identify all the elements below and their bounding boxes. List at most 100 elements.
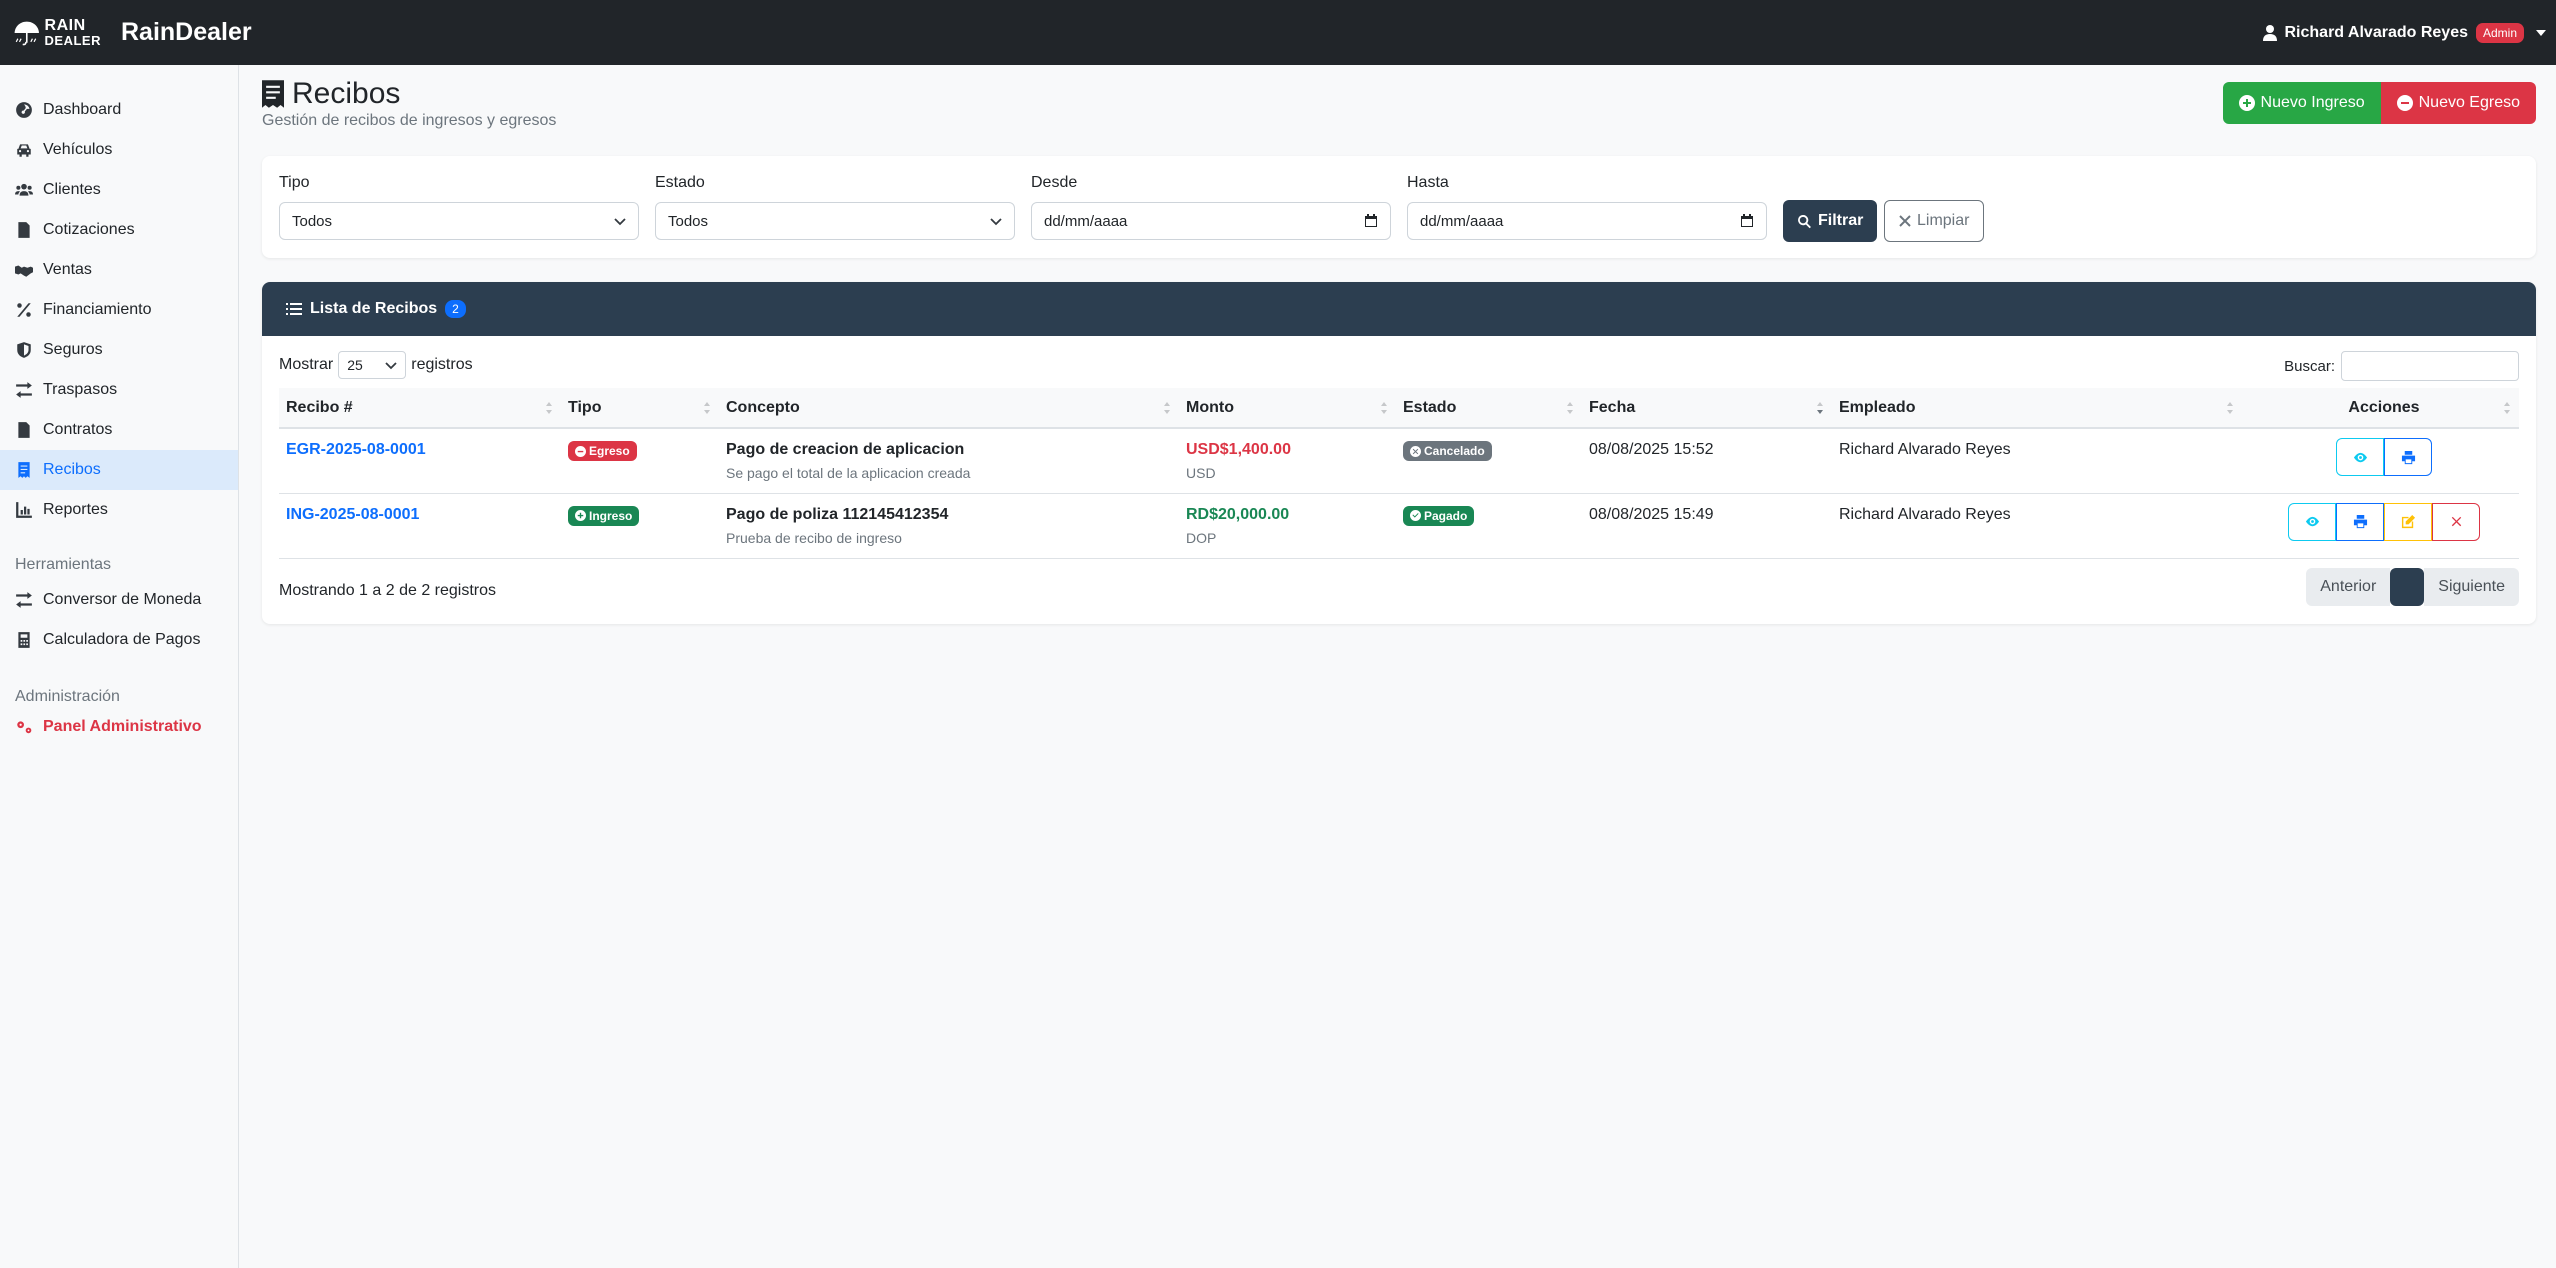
concept-title: Pago de poliza 112145412354 <box>726 505 949 523</box>
sidebar-item-recibos[interactable]: Recibos <box>0 450 238 490</box>
col-recibo[interactable]: Recibo # <box>279 388 561 428</box>
page-length-select[interactable]: 25 <box>338 351 407 379</box>
print-button[interactable] <box>2384 438 2432 476</box>
search-input[interactable] <box>2341 351 2519 381</box>
hasta-date-input[interactable]: dd/mm/aaaa <box>1407 202 1767 240</box>
estado-select-value: Todos <box>668 212 709 230</box>
col-acciones-label: Acciones <box>2348 398 2420 416</box>
row-actions <box>2249 502 2519 541</box>
sidebar-item-ventas[interactable]: Ventas <box>0 250 238 290</box>
sidebar-item-seguros[interactable]: Seguros <box>0 330 238 370</box>
col-monto-label: Monto <box>1186 398 1234 416</box>
check-circle-icon <box>1410 510 1421 521</box>
close-circle-icon <box>1410 445 1421 457</box>
sidebar-item-cotizaciones[interactable]: Cotizaciones <box>0 210 238 250</box>
employee: Richard Alvarado Reyes <box>1839 441 2011 458</box>
sidebar-item-panel-administrativo[interactable]: Panel Administrativo <box>0 712 238 742</box>
plus-circle-icon <box>2238 95 2255 111</box>
sort-icon <box>2504 402 2510 414</box>
sidebar-item-financiamiento[interactable]: Financiamiento <box>0 290 238 330</box>
sidebar-item-label: Cotizaciones <box>43 221 135 238</box>
header-actions: Nuevo Ingreso Nuevo Egreso <box>2222 82 2536 124</box>
col-acciones[interactable]: Acciones <box>2242 388 2519 428</box>
table-header-row: Recibo # Tipo Concepto Monto Estado Fech… <box>279 388 2519 428</box>
col-recibo-label: Recibo # <box>286 398 353 416</box>
contract-icon <box>18 422 30 438</box>
type-badge: Egreso <box>568 441 637 461</box>
new-expense-button[interactable]: Nuevo Egreso <box>2380 82 2536 124</box>
current-page-button[interactable] <box>2390 568 2425 606</box>
table-row: EGR-2025-08-0001 Egreso Pago de creacion… <box>279 428 2519 493</box>
col-monto[interactable]: Monto <box>1179 388 1396 428</box>
chevron-down-icon <box>2536 29 2546 36</box>
tipo-select[interactable]: Todos <box>279 202 639 240</box>
calendar-icon[interactable] <box>1740 214 1754 228</box>
col-concepto[interactable]: Concepto <box>719 388 1179 428</box>
col-tipo[interactable]: Tipo <box>561 388 719 428</box>
col-empleado[interactable]: Empleado <box>1832 388 2242 428</box>
chevron-down-icon <box>385 362 397 370</box>
date: 08/08/2025 15:52 <box>1589 441 1714 458</box>
new-income-label: Nuevo Ingreso <box>2260 94 2365 111</box>
user-name: Richard Alvarado Reyes <box>2284 23 2468 41</box>
col-estado[interactable]: Estado <box>1396 388 1582 428</box>
count-badge: 2 <box>445 300 466 318</box>
minus-circle-icon <box>575 445 586 457</box>
col-fecha[interactable]: Fecha <box>1582 388 1832 428</box>
estado-select[interactable]: Todos <box>655 202 1015 240</box>
page-length-control: Mostrar 25 registros <box>279 351 473 379</box>
calendar-icon[interactable] <box>1364 214 1378 228</box>
sidebar-item-label: Contratos <box>43 421 113 438</box>
sidebar-item-label: Dashboard <box>43 101 122 118</box>
search-label: Buscar: <box>2284 357 2335 375</box>
cancel-button[interactable] <box>2432 502 2480 541</box>
tipo-select-value: Todos <box>292 212 333 230</box>
edit-button[interactable] <box>2384 502 2432 541</box>
view-button[interactable] <box>2336 438 2384 476</box>
concept-description: Prueba de recibo de ingreso <box>726 529 902 546</box>
concept-title: Pago de creacion de aplicacion <box>726 441 965 458</box>
filter-card: Tipo Todos Estado Todos Desde dd/mm/aaaa… <box>262 156 2536 258</box>
filter-button[interactable]: Filtrar <box>1783 200 1878 242</box>
print-icon <box>2401 450 2415 464</box>
sidebar-item-contratos[interactable]: Contratos <box>0 410 238 450</box>
umbrella-logo-icon <box>14 21 39 45</box>
brand-name[interactable]: RainDealer <box>121 18 252 47</box>
amount: RD$20,000.00 <box>1186 505 1290 523</box>
user-menu[interactable]: Richard Alvarado Reyes Admin <box>2262 0 2546 65</box>
print-button[interactable] <box>2336 502 2384 541</box>
receipt-number-link[interactable]: ING-2025-08-0001 <box>286 506 419 523</box>
sidebar-item-reportes[interactable]: Reportes <box>0 490 238 530</box>
sidebar-item-vehiculos[interactable]: Vehículos <box>0 130 238 170</box>
filter-desde-label: Desde <box>1031 174 1078 191</box>
sidebar-item-clientes[interactable]: Clientes <box>0 170 238 210</box>
type-badge-label: Ingreso <box>589 508 633 523</box>
sidebar-item-dashboard[interactable]: Dashboard <box>0 90 238 130</box>
next-page-button[interactable]: Siguiente <box>2424 568 2519 606</box>
records-label: registros <box>411 356 473 373</box>
sidebar-item-conversor[interactable]: Conversor de Moneda <box>0 580 238 620</box>
filter-hasta-label: Hasta <box>1407 174 1449 191</box>
filter-estado: Estado Todos <box>655 174 1015 240</box>
col-empleado-label: Empleado <box>1839 398 1916 416</box>
dashboard-icon <box>16 102 32 118</box>
brand-logo[interactable]: RAIN DEALER <box>13 12 101 54</box>
filter-estado-label: Estado <box>655 174 705 191</box>
list-card-header: Lista de Recibos 2 <box>262 282 2536 336</box>
sidebar-item-calculadora[interactable]: Calculadora de Pagos <box>0 620 238 660</box>
clear-button[interactable]: Limpiar <box>1884 200 1985 242</box>
eye-icon <box>2353 452 2367 462</box>
new-income-button[interactable]: Nuevo Ingreso <box>2222 82 2381 124</box>
eye-icon <box>2305 516 2319 527</box>
sidebar: Dashboard Vehículos Clientes Cotizacione… <box>0 65 239 1268</box>
view-button[interactable] <box>2288 502 2336 541</box>
prev-page-button[interactable]: Anterior <box>2306 568 2391 606</box>
sidebar-item-label: Financiamiento <box>43 301 152 318</box>
type-badge-label: Egreso <box>589 444 630 458</box>
desde-date-input[interactable]: dd/mm/aaaa <box>1031 202 1391 240</box>
desde-date-value: dd/mm/aaaa <box>1044 212 1128 230</box>
print-icon <box>2353 514 2367 529</box>
user-icon <box>2262 24 2277 41</box>
sidebar-item-traspasos[interactable]: Traspasos <box>0 370 238 410</box>
receipt-number-link[interactable]: EGR-2025-08-0001 <box>286 441 426 458</box>
